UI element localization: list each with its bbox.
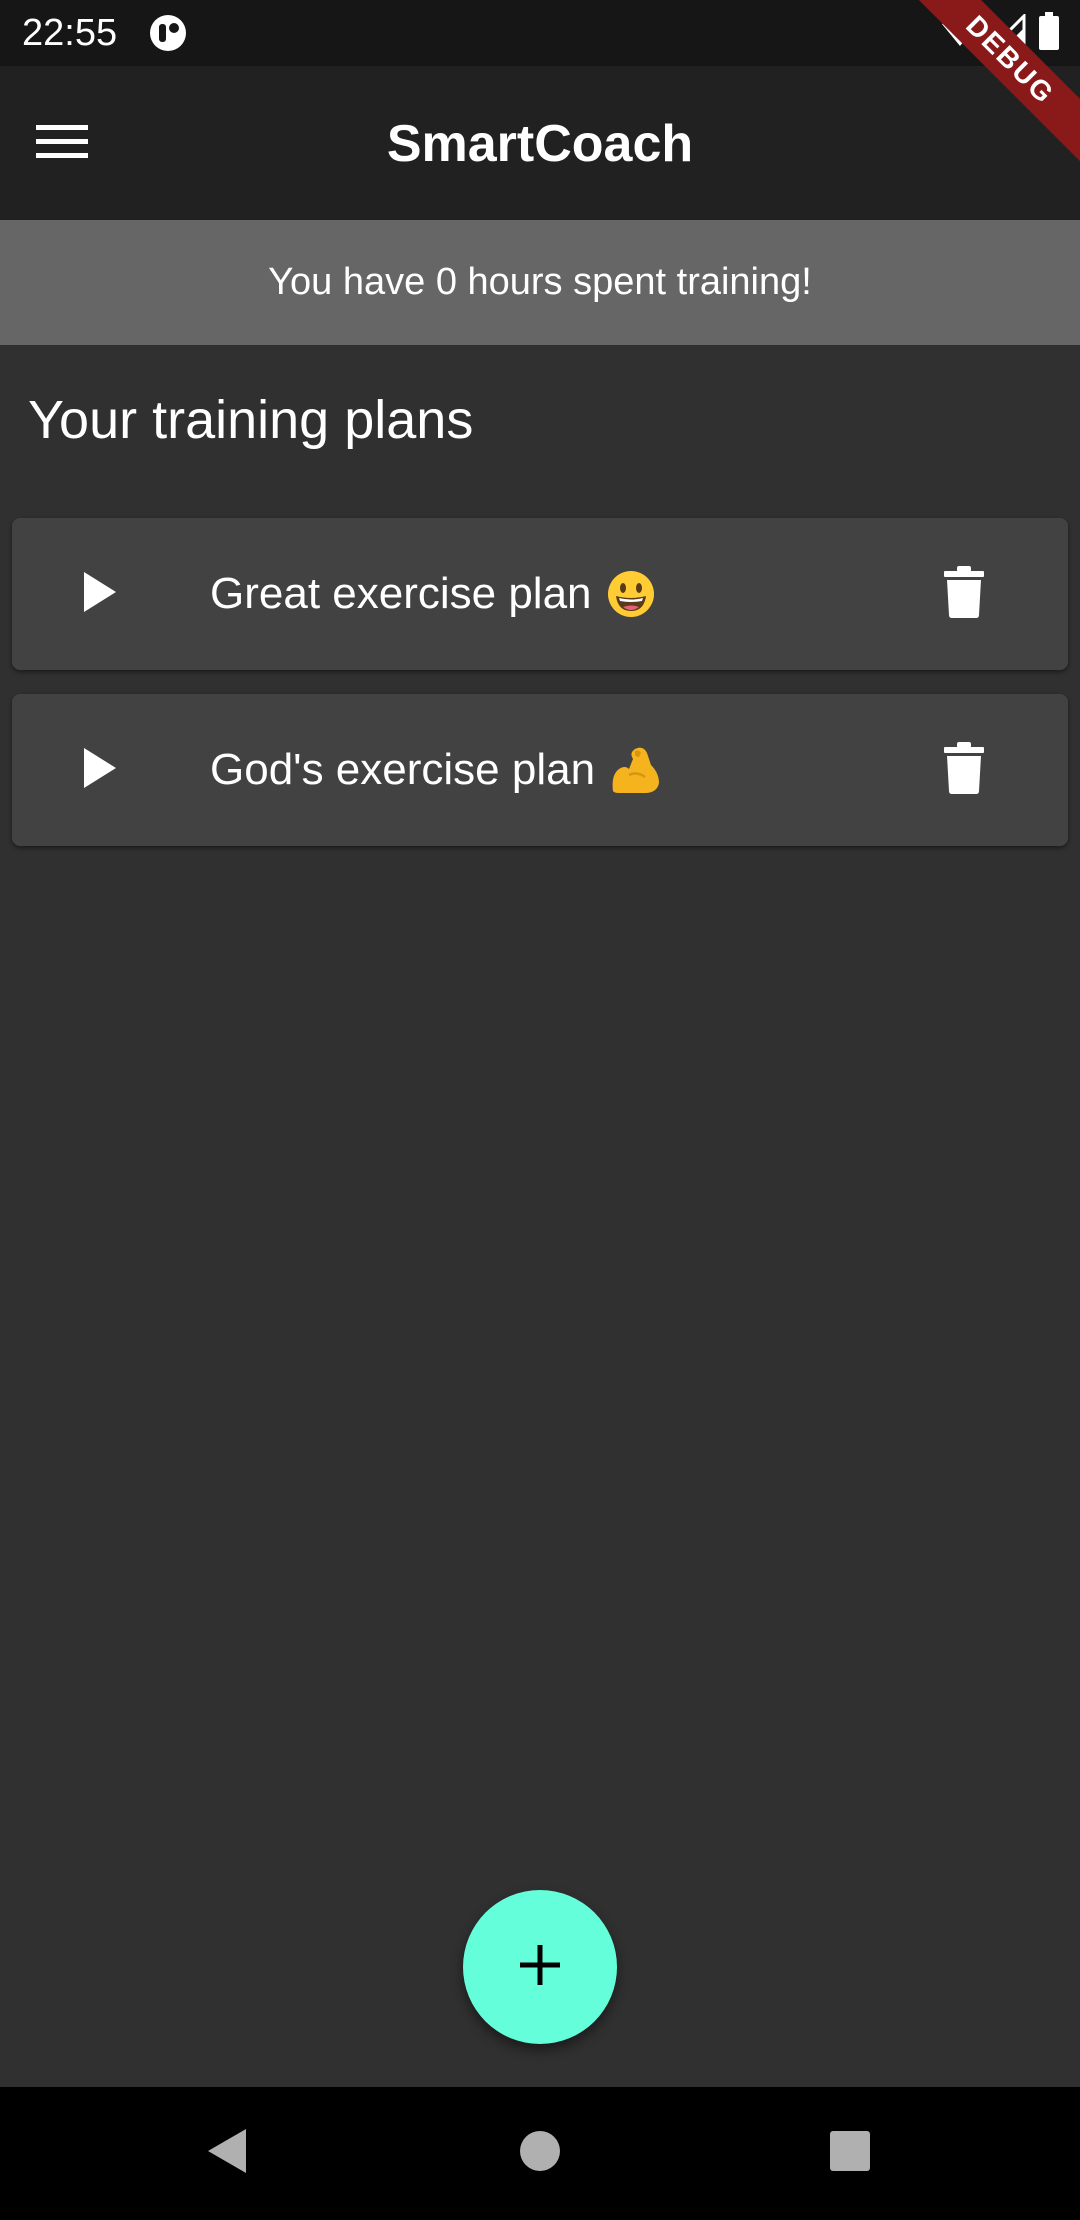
status-bar: 22:55: [0, 0, 1080, 66]
play-plan-button[interactable]: [62, 556, 138, 632]
play-plan-button[interactable]: [62, 732, 138, 808]
training-summary-banner: You have 0 hours spent training!: [0, 220, 1080, 345]
back-button[interactable]: [194, 2121, 258, 2185]
home-icon: [518, 2129, 562, 2178]
recents-icon: [829, 2130, 871, 2177]
play-icon: [80, 570, 120, 619]
plan-title: Great exercise plan: [210, 518, 656, 670]
battery-icon: [1038, 11, 1060, 55]
plus-icon: [518, 1943, 562, 1992]
screen: 22:55 SmartCoach DEBUG You have 0 hours …: [0, 0, 1080, 2220]
plan-title: God's exercise plan: [210, 694, 663, 846]
app-bar: SmartCoach: [0, 66, 1080, 220]
training-plan-list: Great exercise plan God's exercise plan: [12, 518, 1068, 870]
flexed-biceps-emoji-icon: [609, 745, 663, 795]
trash-icon: [944, 565, 984, 623]
trash-icon: [944, 741, 984, 799]
app-title: SmartCoach: [386, 115, 694, 173]
grinning-face-emoji-icon: [606, 569, 656, 619]
back-icon: [204, 2127, 248, 2180]
plan-card[interactable]: God's exercise plan: [12, 694, 1068, 846]
system-nav-bar: [0, 2087, 1080, 2220]
delete-plan-button[interactable]: [930, 560, 998, 628]
play-icon: [80, 746, 120, 795]
status-time: 22:55: [22, 12, 118, 54]
add-plan-button[interactable]: [463, 1890, 617, 2044]
plan-card[interactable]: Great exercise plan: [12, 518, 1068, 670]
home-button[interactable]: [508, 2121, 572, 2185]
plan-title-text: God's exercise plan: [210, 745, 596, 794]
app-notification-icon: [148, 13, 188, 53]
delete-plan-button[interactable]: [930, 736, 998, 804]
training-summary-text: You have 0 hours spent training!: [268, 261, 812, 303]
section-title: Your training plans: [28, 390, 474, 450]
recents-button[interactable]: [818, 2121, 882, 2185]
plan-title-text: Great exercise plan: [210, 569, 592, 618]
